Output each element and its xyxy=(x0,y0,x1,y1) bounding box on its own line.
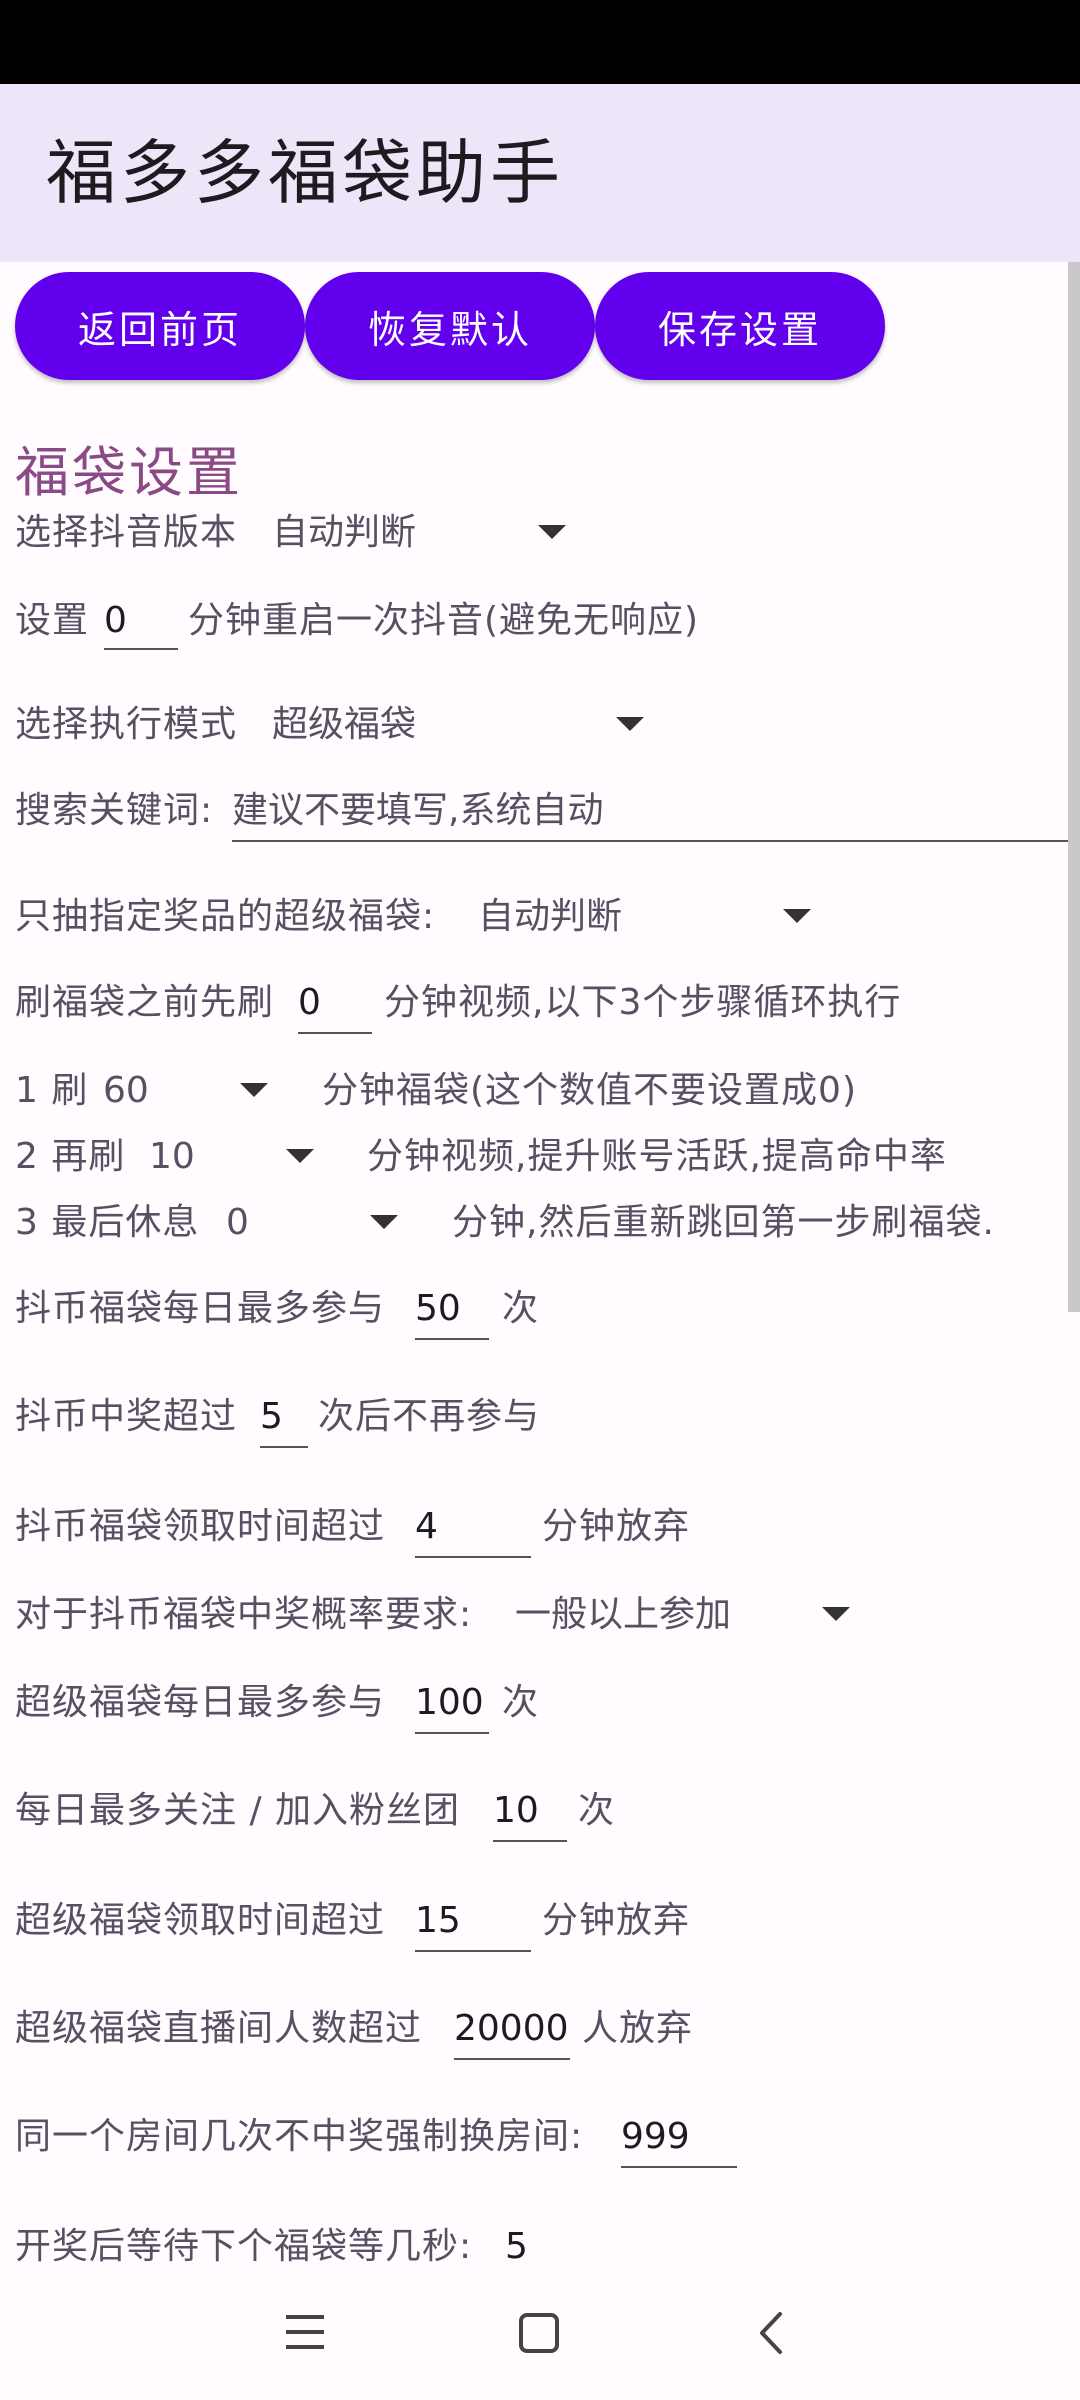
search-keyword-label: 搜索关键词: xyxy=(15,790,214,831)
pre-video-suffix: 分钟视频,以下3个步骤循环执行 xyxy=(384,982,902,1023)
search-keyword-underline xyxy=(232,840,1068,842)
restart-suffix: 分钟重启一次抖音(避免无响应) xyxy=(188,600,700,641)
super-people-input[interactable]: 20000 xyxy=(454,2004,569,2054)
step3-select[interactable]: 0 xyxy=(226,1198,249,1248)
restart-minutes-input[interactable]: 0 xyxy=(104,596,127,646)
pre-video-prefix: 刷福袋之前先刷 xyxy=(15,982,275,1023)
chevron-down-icon[interactable] xyxy=(370,1215,398,1229)
back-chevron-icon[interactable] xyxy=(756,2310,786,2356)
super-daily-prefix: 超级福袋每日最多参与 xyxy=(15,1682,386,1723)
step2-prefix: 2 再刷 xyxy=(15,1136,126,1177)
follow-daily-input[interactable]: 10 xyxy=(493,1786,539,1836)
coin-win-prefix: 抖币中奖超过 xyxy=(15,1396,238,1437)
step3-suffix: 分钟,然后重新跳回第一步刷福袋. xyxy=(452,1202,995,1243)
super-daily-underline xyxy=(415,1732,489,1734)
step1-suffix: 分钟福袋(这个数值不要设置成0) xyxy=(322,1070,857,1111)
chevron-down-icon[interactable] xyxy=(240,1083,268,1097)
pre-video-minutes-input[interactable]: 0 xyxy=(298,978,321,1028)
coin-time-suffix: 分钟放弃 xyxy=(542,1506,691,1547)
super-people-prefix: 超级福袋直播间人数超过 xyxy=(15,2008,423,2049)
coin-daily-underline xyxy=(415,1338,489,1340)
step1-select[interactable]: 60 xyxy=(103,1066,149,1116)
chevron-down-icon[interactable] xyxy=(616,717,644,731)
coin-time-prefix: 抖币福袋领取时间超过 xyxy=(15,1506,386,1547)
coin-win-input[interactable]: 5 xyxy=(260,1392,283,1442)
super-time-input[interactable]: 15 xyxy=(415,1896,461,1946)
reset-defaults-button[interactable]: 恢复默认 xyxy=(305,272,595,380)
save-settings-button[interactable]: 保存设置 xyxy=(595,272,885,380)
coin-prob-label: 对于抖币福袋中奖概率要求: xyxy=(15,1594,473,1635)
status-bar xyxy=(0,0,1080,84)
super-people-suffix: 人放弃 xyxy=(582,2008,694,2049)
exec-mode-select[interactable]: 超级福袋 xyxy=(272,700,416,750)
coin-win-suffix: 次后不再参与 xyxy=(318,1396,541,1437)
super-daily-input[interactable]: 100 xyxy=(415,1678,484,1728)
chevron-down-icon[interactable] xyxy=(822,1607,850,1621)
home-square-icon[interactable] xyxy=(518,2312,560,2354)
room-switch-input[interactable]: 999 xyxy=(621,2112,690,2162)
step3-prefix: 3 最后休息 xyxy=(15,1202,200,1243)
restart-input-underline xyxy=(104,648,178,650)
follow-daily-prefix: 每日最多关注 / 加入粉丝团 xyxy=(15,1790,461,1831)
back-button[interactable]: 返回前页 xyxy=(15,272,305,380)
coin-daily-prefix: 抖币福袋每日最多参与 xyxy=(15,1288,386,1329)
room-switch-underline xyxy=(621,2166,737,2168)
system-nav-bar xyxy=(0,2266,1080,2400)
wait-next-label: 开奖后等待下个福袋等几秒: xyxy=(15,2226,473,2267)
coin-daily-suffix: 次 xyxy=(502,1288,540,1329)
follow-daily-underline xyxy=(493,1840,567,1842)
app-bar: 福多多福袋助手 xyxy=(0,84,1080,262)
scrollbar[interactable] xyxy=(1068,262,1080,1312)
section-title: 福袋设置 xyxy=(15,441,243,504)
super-time-underline xyxy=(415,1950,531,1952)
coin-prob-select[interactable]: 一般以上参加 xyxy=(515,1590,731,1640)
app-title: 福多多福袋助手 xyxy=(46,132,564,214)
coin-win-underline xyxy=(260,1446,308,1448)
room-switch-label: 同一个房间几次不中奖强制换房间: xyxy=(15,2116,584,2157)
super-time-suffix: 分钟放弃 xyxy=(542,1900,691,1941)
coin-time-underline xyxy=(415,1556,531,1558)
douyin-version-label: 选择抖音版本 xyxy=(15,512,238,553)
step2-suffix: 分钟视频,提升账号活跃,提高命中率 xyxy=(367,1136,947,1177)
wait-next-input[interactable]: 5 xyxy=(505,2222,528,2272)
super-daily-suffix: 次 xyxy=(502,1682,540,1723)
super-time-prefix: 超级福袋领取时间超过 xyxy=(15,1900,386,1941)
specified-prize-select[interactable]: 自动判断 xyxy=(478,892,622,942)
chevron-down-icon[interactable] xyxy=(538,525,566,539)
douyin-version-select[interactable]: 自动判断 xyxy=(272,508,416,558)
step1-prefix: 1 刷 xyxy=(15,1070,89,1111)
search-keyword-input[interactable]: 建议不要填写,系统自动 xyxy=(232,786,603,836)
pre-video-input-underline xyxy=(298,1032,372,1034)
chevron-down-icon[interactable] xyxy=(783,909,811,923)
exec-mode-label: 选择执行模式 xyxy=(15,704,238,745)
specified-prize-label: 只抽指定奖品的超级福袋: xyxy=(15,896,436,937)
menu-icon[interactable] xyxy=(284,2312,326,2352)
super-people-underline xyxy=(454,2058,570,2060)
coin-time-input[interactable]: 4 xyxy=(415,1502,438,1552)
step2-select[interactable]: 10 xyxy=(149,1132,195,1182)
chevron-down-icon[interactable] xyxy=(286,1149,314,1163)
restart-prefix: 设置 xyxy=(15,600,90,641)
coin-daily-input[interactable]: 50 xyxy=(415,1284,461,1334)
follow-daily-suffix: 次 xyxy=(578,1790,616,1831)
